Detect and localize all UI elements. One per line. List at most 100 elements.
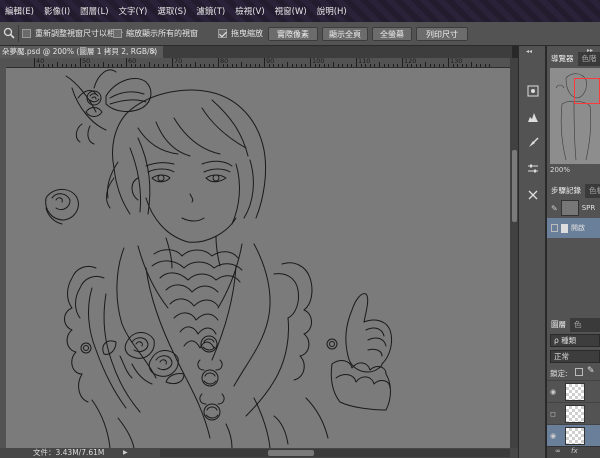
ruler-minor-tick (314, 64, 316, 67)
zoom-icon[interactable] (3, 27, 15, 41)
ruler-minor-tick (103, 62, 104, 67)
menu-filter[interactable]: 濾鏡(T) (191, 5, 230, 17)
ruler-minor-tick (425, 62, 426, 67)
ruler-minor-tick (162, 64, 164, 67)
fill-screen-button[interactable]: 全螢幕 (372, 27, 412, 41)
ruler-minor-tick (287, 62, 288, 67)
ruler-minor-tick (107, 64, 109, 67)
lock-paint-icon[interactable]: ✎ (587, 366, 595, 376)
layer-row[interactable]: ◉ (547, 380, 600, 402)
ruler-minor-tick (489, 64, 491, 67)
document-size-status: 文件：3.43M/7.61M (33, 448, 105, 457)
menu-layer[interactable]: 圖層(L) (75, 5, 113, 17)
tab-channels[interactable]: 色 (570, 318, 586, 332)
eye-icon[interactable]: ◉ (547, 388, 559, 396)
navigator-icon[interactable] (524, 82, 542, 100)
ruler-minor-tick (475, 64, 477, 67)
menu-type[interactable]: 文字(Y) (114, 5, 153, 17)
link-layers-icon[interactable]: ∞ (555, 447, 561, 455)
ruler-minor-tick (61, 64, 63, 67)
ruler-minor-tick (135, 64, 137, 67)
actual-pixels-button[interactable]: 實際像素 (268, 27, 318, 41)
layer-row-selected[interactable]: ◉ (547, 424, 600, 446)
ruler-minor-tick (365, 64, 367, 67)
horizontal-scroll-thumb[interactable] (268, 450, 314, 456)
ruler-minor-tick (181, 64, 183, 67)
menu-help[interactable]: 說明(H) (312, 5, 352, 17)
adjust-icon[interactable] (524, 160, 542, 178)
lock-transparent-icon[interactable] (575, 368, 583, 376)
menu-image[interactable]: 影像(I) (39, 5, 75, 17)
ruler-minor-tick (241, 62, 242, 67)
ruler-major-tick (402, 58, 403, 67)
print-size-button[interactable]: 列印尺寸 (416, 27, 468, 41)
ruler-minor-tick (342, 64, 344, 67)
history-tabs: 步驟記錄 色板 (547, 184, 600, 198)
tab-histogram[interactable]: 色階 (578, 52, 600, 66)
menu-edit[interactable]: 編輯(E) (0, 5, 39, 17)
ruler-minor-tick (406, 64, 408, 67)
ruler-major-tick (310, 58, 311, 67)
ruler-minor-tick (245, 64, 247, 67)
collapse-dock-icon[interactable]: ◂◂ (526, 48, 532, 55)
ruler-major-tick (218, 58, 219, 67)
ruler-minor-tick (319, 64, 321, 67)
ruler-minor-tick (93, 64, 95, 67)
checkbox-box[interactable] (22, 29, 31, 38)
navigator-tabs: 導覽器 色階 (547, 52, 600, 66)
layer-filter-select[interactable]: ρ 種類 (550, 334, 600, 347)
checkbox-box-checked[interactable] (218, 29, 227, 38)
menu-select[interactable]: 選取(S) (152, 5, 191, 17)
ruler-minor-tick (139, 64, 141, 67)
status-menu-arrow-icon[interactable]: ▶ (123, 448, 128, 458)
ruler-minor-tick (277, 64, 279, 67)
zoom-all-windows-checkbox[interactable]: 縮放顯示所有的視窗 (113, 28, 198, 39)
history-snapshot-row[interactable]: ✎ SPR (547, 198, 600, 218)
navigator-zoom-value[interactable]: 200% (550, 166, 570, 174)
tab-navigator[interactable]: 導覽器 (547, 52, 578, 66)
resize-windows-label: 重新調整視窗尺寸以相合 (35, 29, 123, 38)
fit-screen-button[interactable]: 顯示全頁 (322, 27, 368, 41)
ruler-minor-tick (213, 64, 215, 67)
document-canvas[interactable] (6, 68, 510, 448)
tab-layers[interactable]: 圖層 (547, 318, 570, 332)
history-state-marker-icon (551, 224, 558, 232)
eye-icon[interactable]: ◉ (547, 432, 559, 440)
horizontal-ruler[interactable]: 40 50 60 70 80 90 100 110 120 130 (6, 57, 510, 68)
checkbox-box[interactable] (113, 29, 122, 38)
ruler-minor-tick (176, 64, 178, 67)
menu-view[interactable]: 檢視(V) (230, 5, 269, 17)
ruler-minor-tick (379, 62, 380, 67)
ruler-minor-tick (57, 62, 58, 67)
blend-mode-select[interactable]: 正常 (550, 350, 600, 363)
scrubby-zoom-checkbox[interactable]: 拖曳縮放 (218, 28, 263, 39)
eye-icon[interactable]: ◻ (547, 410, 559, 418)
ruler-minor-tick (89, 64, 91, 67)
layer-style-icon[interactable]: fx (571, 447, 578, 455)
navigator-preview[interactable] (550, 68, 600, 164)
close-icon[interactable]: × (150, 46, 157, 58)
ruler-minor-tick (167, 64, 169, 67)
history-open-row[interactable]: 開啟 (547, 218, 600, 238)
menu-window[interactable]: 視窗(W) (270, 5, 312, 17)
ruler-minor-tick (149, 62, 150, 67)
tab-swatches[interactable]: 色板 (585, 184, 600, 198)
horizontal-scrollbar[interactable] (160, 449, 510, 457)
tab-history[interactable]: 步驟記錄 (547, 184, 585, 198)
ruler-minor-tick (374, 64, 376, 67)
ruler-minor-tick (429, 64, 431, 67)
ruler-minor-tick (452, 64, 454, 67)
tools-icon[interactable] (524, 186, 542, 204)
layer-thumbnail (565, 382, 585, 401)
ruler-minor-tick (480, 64, 482, 67)
vertical-scrollbar[interactable] (510, 58, 518, 448)
vertical-scroll-thumb[interactable] (512, 150, 517, 222)
document-tab-bar: 朵夢魘.psd @ 200% (圖層 1 拷貝 2, RGB/8) × (0, 46, 512, 58)
ruler-minor-tick (397, 64, 399, 67)
navigator-view-box[interactable] (574, 78, 600, 104)
ruler-minor-tick (199, 64, 201, 67)
histogram-icon[interactable] (524, 108, 542, 126)
resize-windows-checkbox[interactable]: 重新調整視窗尺寸以相合 (22, 28, 123, 39)
brush-preset-icon[interactable] (524, 134, 542, 152)
layer-row[interactable]: ◻ (547, 402, 600, 424)
